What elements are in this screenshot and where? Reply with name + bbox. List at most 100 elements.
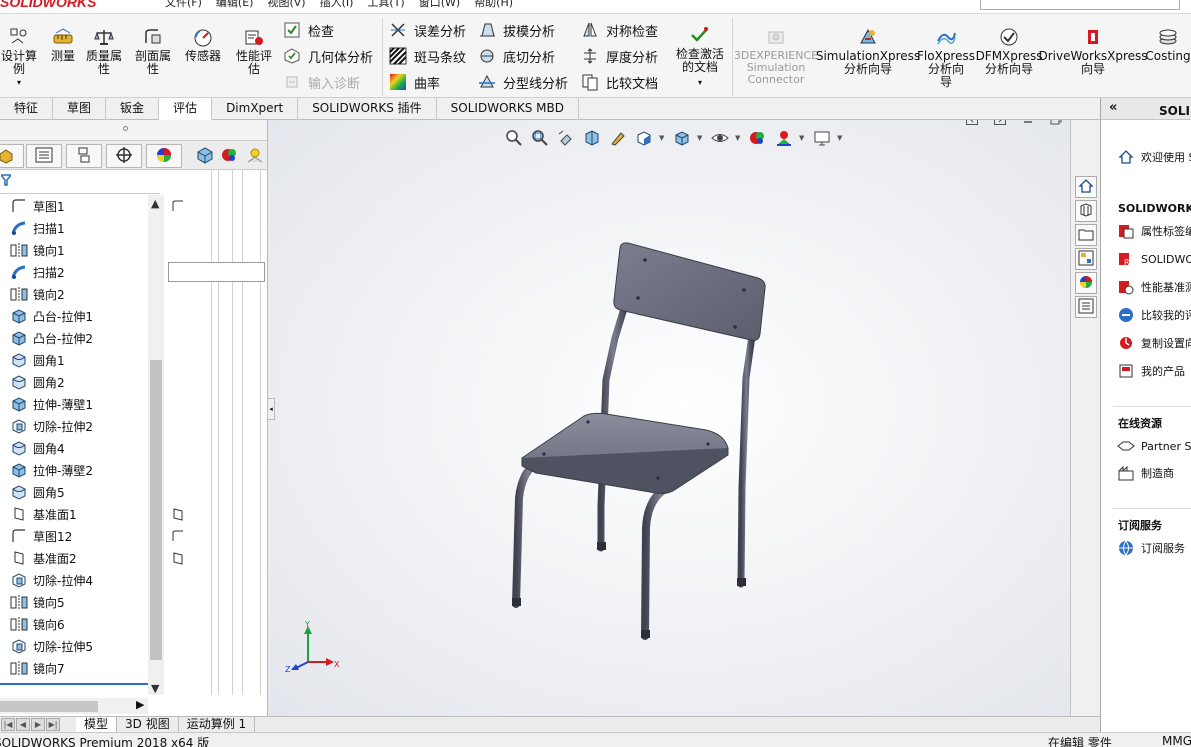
online-link[interactable]: 制造商 xyxy=(1117,464,1174,482)
tree-item[interactable]: 基准面2 xyxy=(0,547,148,569)
configuration-manager-tab[interactable] xyxy=(66,144,102,168)
sensor-button[interactable]: 传感器 xyxy=(180,22,226,63)
scene-tab[interactable] xyxy=(244,145,266,167)
view-orientation-icon[interactable] xyxy=(633,128,655,148)
driveworksxpress-button[interactable]: DriveWorksXpress 向导 xyxy=(1038,22,1148,76)
menu-item[interactable]: 窗口(W) xyxy=(419,0,460,10)
custom-properties-tab[interactable] xyxy=(1075,296,1097,318)
tool-link[interactable]: 属性标签编制程序 xyxy=(1117,222,1191,240)
appearance-cube-tab[interactable] xyxy=(194,145,216,167)
tool-link[interactable]: 性能基准测试 xyxy=(1117,278,1191,296)
scroll-up-icon[interactable]: ▲ xyxy=(151,197,159,210)
measure-button[interactable]: 测量 xyxy=(46,22,80,63)
solidworks-resources-tab[interactable] xyxy=(1075,176,1097,198)
tree-filter-bar[interactable] xyxy=(0,170,160,194)
dynamic-annotation-icon[interactable] xyxy=(607,128,629,148)
apply-scene-icon[interactable] xyxy=(773,128,795,148)
check-active-document-button[interactable]: 检查激活的文档 ▾ xyxy=(670,20,730,89)
scroll-down-icon[interactable]: ▼ xyxy=(151,682,159,695)
hscroll-thumb[interactable] xyxy=(0,701,98,712)
appearances-scenes-tab[interactable] xyxy=(1075,272,1097,294)
draft-analysis-button[interactable]: 拔模分析 xyxy=(477,20,555,40)
tile-left-icon[interactable] xyxy=(965,120,979,126)
scroll-thumb[interactable] xyxy=(150,360,162,660)
collapse-chevron-icon[interactable]: « xyxy=(1109,100,1117,115)
menu-item[interactable]: 帮助(H) xyxy=(474,0,513,10)
tree-vertical-scrollbar[interactable]: ▲ ▼ xyxy=(148,195,164,695)
menu-item[interactable]: 插入(I) xyxy=(320,0,354,10)
tree-item[interactable]: 镜向1 xyxy=(0,239,148,261)
hide-show-items-icon[interactable] xyxy=(709,128,731,148)
graphics-area[interactable]: ▼ ▼ ▼ ▼ ▼ ◂ Y X Z xyxy=(268,120,1100,716)
display-style-icon[interactable] xyxy=(671,128,693,148)
dropdown-caret-icon[interactable]: ▼ xyxy=(735,134,743,142)
feature-manager-tab[interactable] xyxy=(0,144,24,168)
welcome-link[interactable]: 欢迎使用 SOLIDWORKS xyxy=(1117,148,1191,166)
tree-item[interactable]: 切除-拉伸4 xyxy=(0,569,148,591)
tree-item[interactable]: 镜向2 xyxy=(0,283,148,305)
tree-item[interactable]: 草图1 xyxy=(0,195,148,217)
bottom-tab-2[interactable]: 运动算例 1 xyxy=(179,716,256,733)
dropdown-caret-icon[interactable]: ▼ xyxy=(837,134,845,142)
rollback-bar[interactable] xyxy=(0,683,148,685)
previous-view-icon[interactable] xyxy=(555,128,577,148)
parting-line-analysis-button[interactable]: 分型线分析 xyxy=(477,72,568,92)
tree-item[interactable]: 圆角1 xyxy=(0,349,148,371)
tree-item[interactable]: 扫描2 xyxy=(0,261,148,283)
menu-item[interactable]: 视图(V) xyxy=(267,0,305,10)
view-settings-icon[interactable] xyxy=(811,128,833,148)
dropdown-caret-icon[interactable]: ▼ xyxy=(659,134,667,142)
compare-documents-button[interactable]: 比较文档 xyxy=(580,72,658,92)
tree-item[interactable]: 圆角2 xyxy=(0,371,148,393)
tab-1[interactable]: 草图 xyxy=(53,98,107,120)
undercut-analysis-button[interactable]: 底切分析 xyxy=(477,46,555,66)
tree-item[interactable]: 镜向7 xyxy=(0,657,148,679)
tab-5[interactable]: SOLIDWORKS 插件 xyxy=(298,98,437,120)
status-units[interactable]: MMG xyxy=(1162,734,1191,747)
import-diagnostics-button[interactable]: 输入诊断 xyxy=(282,72,360,92)
tab-4[interactable]: DimXpert xyxy=(212,98,299,120)
tree-item[interactable]: 凸台-拉伸1 xyxy=(0,305,148,327)
appearance-tab[interactable] xyxy=(219,145,241,167)
tree-item[interactable]: 拉伸-薄壁2 xyxy=(0,459,148,481)
property-manager-tab[interactable] xyxy=(26,144,62,168)
design-library-tab[interactable] xyxy=(1075,200,1097,222)
tree-item[interactable]: 镜向6 xyxy=(0,613,148,635)
minimize-icon[interactable] xyxy=(1021,120,1035,126)
zoom-to-area-icon[interactable] xyxy=(529,128,551,148)
bottom-tab-1[interactable]: 3D 视图 xyxy=(117,716,179,733)
symmetry-check-button[interactable]: 对称检查 xyxy=(580,20,658,40)
menu-item[interactable]: 文件(F) xyxy=(165,0,202,10)
thickness-analysis-button[interactable]: 厚度分析 xyxy=(580,46,658,66)
dropdown-caret-icon[interactable]: ▼ xyxy=(799,134,807,142)
tool-link[interactable]: 比较我的评分 xyxy=(1117,306,1191,324)
tool-link[interactable]: 我的产品 xyxy=(1117,362,1185,380)
column-edit-box[interactable] xyxy=(168,262,265,282)
tree-item[interactable]: 切除-拉伸2 xyxy=(0,415,148,437)
deviation-analysis-button[interactable]: 误差分析 xyxy=(388,20,466,40)
last-tab-icon[interactable]: ▶| xyxy=(46,718,60,731)
design-study-button[interactable]: 设计算例 ▾ xyxy=(0,22,38,89)
tree-horizontal-scrollbar[interactable]: ▶ xyxy=(0,698,148,714)
menu-item[interactable]: 编辑(E) xyxy=(216,0,254,10)
menu-item[interactable]: 工具(T) xyxy=(367,0,404,10)
tree-item[interactable]: 切除-拉伸5 xyxy=(0,635,148,657)
search-box[interactable] xyxy=(980,0,1180,10)
bottom-tab-0[interactable]: 模型 xyxy=(76,716,118,733)
costing-button[interactable]: Costing xyxy=(1145,22,1191,63)
check-button[interactable]: 检查 xyxy=(282,20,334,40)
subscription-link[interactable]: 订阅服务 xyxy=(1117,539,1185,557)
tab-6[interactable]: SOLIDWORKS MBD xyxy=(437,98,579,120)
mass-properties-button[interactable]: 质量属性 xyxy=(82,22,126,76)
display-manager-tab[interactable] xyxy=(146,144,182,168)
geometry-analysis-button[interactable]: 几何体分析 xyxy=(282,46,373,66)
tree-item[interactable]: 圆角5 xyxy=(0,481,148,503)
tree-item[interactable]: 镜向5 xyxy=(0,591,148,613)
tab-0[interactable]: 特征 xyxy=(0,98,54,120)
menu-bar[interactable]: 文件(F) 编辑(E) 视图(V) 插入(I) 工具(T) 窗口(W) 帮助(H) xyxy=(165,0,513,10)
panel-collapse-handle[interactable]: ◂ xyxy=(268,398,275,420)
tab-3[interactable]: 评估 xyxy=(159,98,213,120)
next-tab-icon[interactable]: ▶ xyxy=(31,718,45,731)
tree-item[interactable]: 扫描1 xyxy=(0,217,148,239)
zoom-to-fit-icon[interactable] xyxy=(503,128,525,148)
